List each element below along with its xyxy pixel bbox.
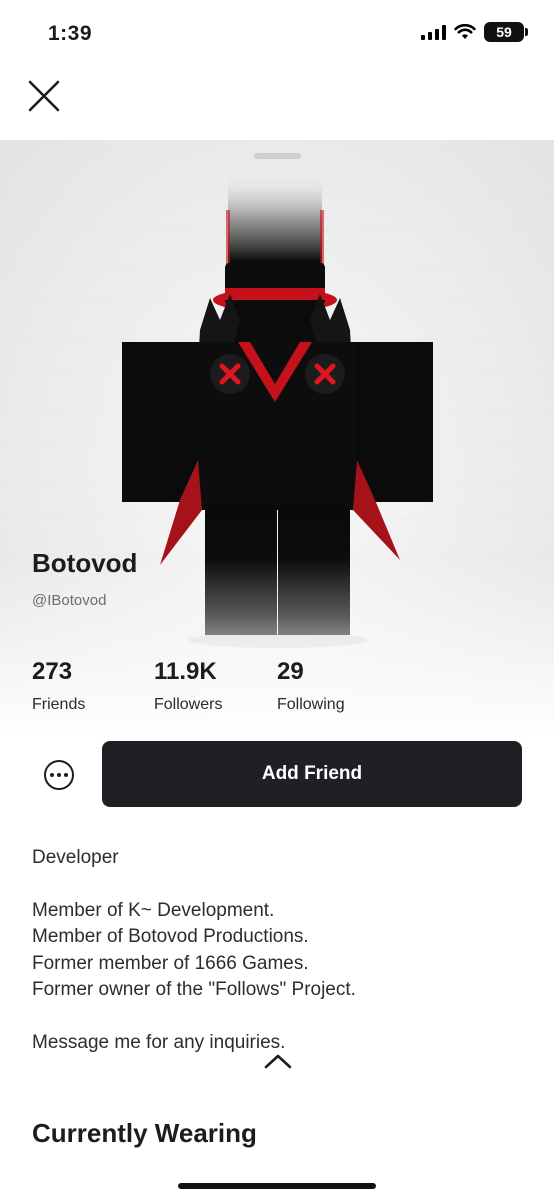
stat-followers[interactable]: 11.9K Followers [154, 658, 222, 714]
status-icons: 59 [421, 22, 528, 42]
battery-level: 59 [496, 24, 512, 40]
section-title-currently-wearing: Currently Wearing [32, 1118, 257, 1148]
bio-line: Member of Botovod Productions. [32, 926, 309, 947]
home-indicator[interactable] [178, 1183, 376, 1189]
bio-headline: Developer [32, 847, 119, 868]
stat-value: 11.9K [154, 658, 217, 685]
add-friend-button[interactable]: Add Friend [102, 741, 522, 807]
sheet-drag-handle[interactable] [254, 153, 301, 159]
top-bar [0, 64, 554, 140]
stat-label: Friends [32, 696, 86, 713]
profile-bio: Developer Member of K~ Development. Memb… [32, 845, 532, 1056]
stat-value: 29 [277, 658, 304, 685]
wifi-icon [454, 24, 476, 39]
avatar-hero [0, 140, 554, 740]
stat-value: 273 [32, 658, 73, 685]
collapse-bio-button[interactable] [262, 1050, 294, 1072]
username: @IBotovod [32, 592, 107, 609]
close-button[interactable] [22, 72, 66, 116]
more-options-icon [50, 773, 68, 777]
stat-friends[interactable]: 273 Friends [32, 658, 85, 714]
stat-following[interactable]: 29 Following [277, 658, 345, 714]
battery-icon: 59 [484, 22, 528, 42]
bio-line: Member of K~ Development. [32, 899, 275, 921]
status-bar: 1:39 59 [0, 0, 554, 64]
signal-icon [421, 24, 446, 40]
bio-line: Former member of 1666 Games. [32, 952, 309, 974]
more-options-button[interactable] [44, 760, 74, 790]
close-icon [28, 80, 60, 112]
bio-line: Former owner of the "Follows" Project. [32, 979, 356, 1000]
chevron-up-icon [264, 1054, 292, 1069]
stat-label: Following [277, 696, 345, 713]
status-time: 1:39 [48, 22, 93, 45]
stat-label: Followers [154, 696, 223, 713]
display-name: Botovod [32, 548, 138, 578]
